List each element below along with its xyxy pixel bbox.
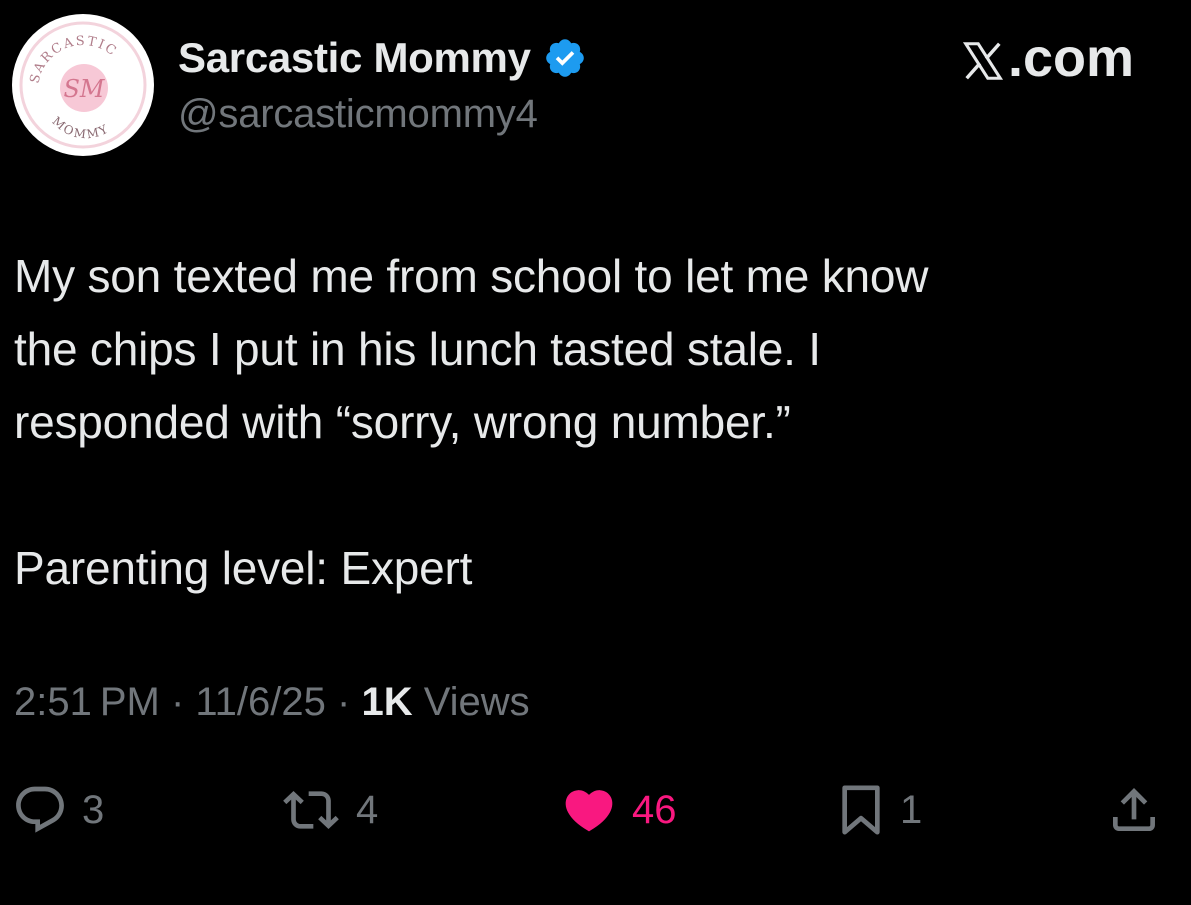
brand-label: .com — [1007, 28, 1134, 88]
action-bar: 3 4 46 1 — [0, 782, 1191, 838]
reply-button[interactable]: 3 — [12, 782, 104, 838]
repost-count: 4 — [356, 787, 379, 832]
tweet-closing-line: Parenting level: Expert — [14, 542, 473, 594]
x-logo-icon — [960, 35, 1006, 81]
paragraph-break — [14, 459, 1164, 532]
tweet-line: the chips I put in his lunch tasted stal… — [14, 323, 821, 375]
bookmark-icon — [836, 782, 886, 838]
like-count: 46 — [632, 787, 677, 832]
bookmark-button[interactable]: 1 — [836, 782, 922, 838]
bookmark-count: 1 — [900, 787, 923, 832]
author-display-name[interactable]: Sarcastic Mommy — [178, 34, 531, 82]
repost-button[interactable]: 4 — [280, 782, 378, 838]
heart-icon — [560, 782, 618, 838]
author-name-row: Sarcastic Mommy — [178, 30, 587, 86]
share-icon — [1106, 782, 1162, 838]
verified-badge-icon — [543, 36, 587, 80]
repost-icon — [280, 782, 342, 838]
tweet-line: My son texted me from school to let me k… — [14, 250, 929, 302]
avatar-logo: SARCASTIC SM MOMMY — [19, 21, 147, 149]
tweet-text: My son texted me from school to let me k… — [14, 240, 1164, 605]
avatar[interactable]: SARCASTIC SM MOMMY — [12, 14, 154, 156]
reply-count: 3 — [82, 787, 105, 832]
tweet-date[interactable]: 11/6/25 — [195, 680, 326, 724]
avatar-monogram: SM — [63, 75, 105, 103]
share-button[interactable] — [1106, 782, 1162, 838]
tweet-line: responded with “sorry, wrong number.” — [14, 396, 791, 448]
views-count: 1K — [361, 680, 413, 724]
meta-separator: · — [325, 680, 362, 724]
like-button[interactable]: 46 — [560, 782, 677, 838]
tweet-meta: 2:51 PM · 11/6/25 · 1K Views — [14, 680, 530, 725]
views-label: Views — [412, 680, 530, 724]
meta-separator: · — [159, 680, 196, 724]
reply-icon — [12, 782, 68, 838]
brand-watermark: .com — [960, 28, 1134, 88]
tweet-time[interactable]: 2:51 PM — [14, 680, 160, 724]
author-handle[interactable]: @sarcasticmommy4 — [178, 92, 538, 137]
